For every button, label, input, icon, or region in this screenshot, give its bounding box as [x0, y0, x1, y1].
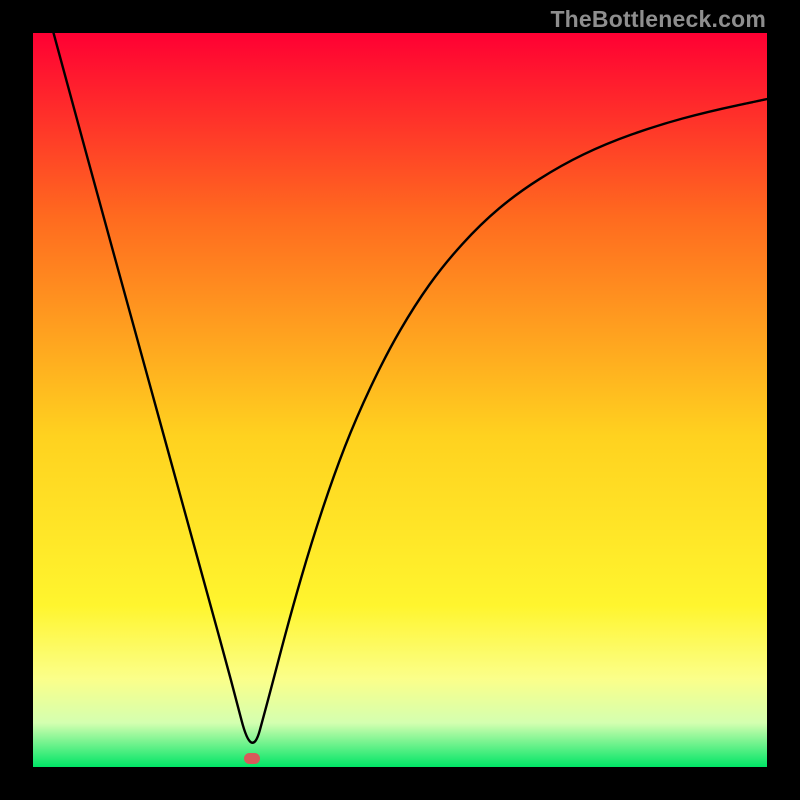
chart-frame: TheBottleneck.com: [0, 0, 800, 800]
plot-area: [33, 33, 767, 767]
optimum-marker: [244, 753, 260, 764]
bottleneck-curve: [33, 33, 767, 767]
watermark-text: TheBottleneck.com: [550, 6, 766, 33]
